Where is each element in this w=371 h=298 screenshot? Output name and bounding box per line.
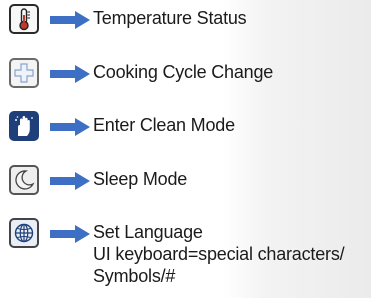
globe-icon <box>14 223 34 243</box>
arrow-right-icon <box>50 11 90 29</box>
arrow-right-icon <box>50 225 90 243</box>
legend-row-set-language: Set Language UI keyboard=special charact… <box>9 218 369 290</box>
arrow-right-icon <box>50 172 90 190</box>
moon-icon <box>15 170 35 190</box>
set-language-symbols-note: Symbols/# <box>93 266 176 286</box>
arrow-right-icon <box>50 118 90 136</box>
set-language-title: Set Language <box>93 222 203 242</box>
legend-row-enter-clean-mode: Enter Clean Mode <box>9 111 369 145</box>
legend-row-cooking-cycle-change: Cooking Cycle Change <box>9 58 369 92</box>
legend-row-sleep-mode: Sleep Mode <box>9 165 369 199</box>
plus-icon <box>14 63 34 83</box>
legend-label-set-language: Set Language UI keyboard=special charact… <box>93 221 345 287</box>
legend-label-temperature-status: Temperature Status <box>93 8 247 28</box>
legend-label-cooking-cycle-change: Cooking Cycle Change <box>93 62 274 82</box>
clean-hand-icon <box>15 116 33 136</box>
legend-row-temperature-status: Temperature Status <box>9 4 369 38</box>
enter-clean-mode-button[interactable] <box>9 111 39 141</box>
icon-legend: Temperature Status Cooking Cycle Change <box>0 0 371 298</box>
temperature-status-button[interactable] <box>9 4 39 34</box>
cooking-cycle-change-button[interactable] <box>9 58 39 88</box>
legend-label-enter-clean-mode: Enter Clean Mode <box>93 115 235 135</box>
thermometer-icon <box>19 8 30 31</box>
set-language-button[interactable] <box>9 218 39 248</box>
sleep-mode-button[interactable] <box>9 165 39 195</box>
arrow-right-icon <box>50 65 90 83</box>
legend-label-sleep-mode: Sleep Mode <box>93 169 188 189</box>
set-language-keyboard-note: UI keyboard=special characters/ <box>93 244 345 264</box>
